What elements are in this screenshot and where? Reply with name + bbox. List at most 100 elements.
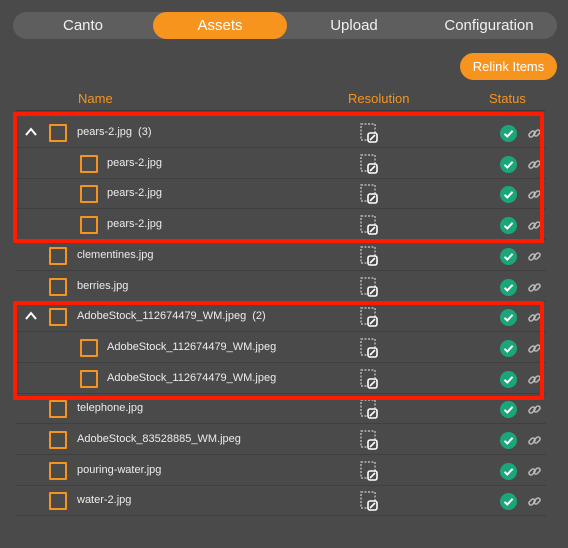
- link-icon[interactable]: [527, 218, 542, 233]
- missing-image-icon: [360, 184, 378, 204]
- group-row[interactable]: pears-2.jpg (3): [16, 118, 546, 148]
- asset-row[interactable]: AdobeStock_83528885_WM.jpeg: [16, 425, 546, 455]
- group-child-row[interactable]: AdobeStock_112674479_WM.jpeg: [16, 364, 546, 394]
- tab-configuration[interactable]: Configuration: [421, 12, 557, 39]
- missing-image-icon: [360, 307, 378, 327]
- missing-image-icon: [360, 461, 378, 481]
- row-divider: [16, 362, 546, 363]
- link-icon[interactable]: [527, 402, 542, 417]
- file-name-text: AdobeStock_112674479_WM.jpeg: [107, 341, 277, 353]
- row-checkbox[interactable]: [80, 185, 98, 203]
- asset-row[interactable]: clementines.jpg: [16, 241, 546, 271]
- row-checkbox[interactable]: [80, 339, 98, 357]
- group-child-row[interactable]: AdobeStock_112674479_WM.jpeg: [16, 333, 546, 363]
- row-divider: [16, 208, 546, 209]
- row-checkbox[interactable]: [49, 247, 67, 265]
- file-name-text: pouring-water.jpg: [77, 464, 162, 476]
- row-checkbox[interactable]: [49, 492, 67, 510]
- row-checkbox[interactable]: [49, 431, 67, 449]
- file-name: telephone.jpg: [77, 402, 143, 414]
- tab-upload[interactable]: Upload: [287, 12, 421, 39]
- file-name: pears-2.jpg: [107, 187, 162, 199]
- missing-image-icon: [360, 154, 378, 174]
- missing-image-icon: [360, 369, 378, 389]
- tab-canto[interactable]: Canto: [13, 12, 153, 39]
- check-circle-icon: [500, 340, 517, 357]
- column-header-resolution: Resolution: [348, 91, 410, 106]
- file-name-text: pears-2.jpg: [77, 126, 133, 138]
- file-name: pears-2.jpg (3): [77, 126, 152, 138]
- check-circle-icon: [500, 463, 517, 480]
- row-divider: [16, 515, 546, 516]
- file-name-text: AdobeStock_83528885_WM.jpeg: [77, 433, 241, 445]
- link-icon[interactable]: [527, 280, 542, 295]
- asset-row[interactable]: pouring-water.jpg: [16, 456, 546, 486]
- check-circle-icon: [500, 401, 517, 418]
- file-name: pears-2.jpg: [107, 218, 162, 230]
- missing-image-icon: [360, 430, 378, 450]
- row-checkbox[interactable]: [49, 400, 67, 418]
- link-icon[interactable]: [527, 249, 542, 264]
- chevron-up-icon[interactable]: [24, 309, 38, 323]
- group-row[interactable]: AdobeStock_112674479_WM.jpeg (2): [16, 302, 546, 332]
- file-name: berries.jpg: [77, 280, 128, 292]
- check-circle-icon: [500, 125, 517, 142]
- relink-items-button[interactable]: Relink Items: [460, 53, 557, 80]
- column-header-status: Status: [489, 91, 526, 106]
- check-circle-icon: [500, 156, 517, 173]
- row-divider: [16, 270, 546, 271]
- file-name: AdobeStock_112674479_WM.jpeg: [107, 372, 276, 384]
- file-name: AdobeStock_83528885_WM.jpeg: [77, 433, 241, 445]
- group-child-row[interactable]: pears-2.jpg: [16, 210, 546, 240]
- link-icon[interactable]: [527, 187, 542, 202]
- chevron-up-icon[interactable]: [24, 125, 38, 139]
- link-icon[interactable]: [527, 433, 542, 448]
- row-checkbox[interactable]: [49, 124, 67, 142]
- file-name-text: water-2.jpg: [77, 494, 132, 506]
- file-name-text: berries.jpg: [77, 280, 129, 292]
- asset-row[interactable]: telephone.jpg: [16, 394, 546, 424]
- asset-row[interactable]: water-2.jpg: [16, 486, 546, 516]
- row-checkbox[interactable]: [80, 370, 98, 388]
- missing-image-icon: [360, 399, 378, 419]
- missing-image-icon: [360, 215, 378, 235]
- file-name: AdobeStock_112674479_WM.jpeg: [107, 341, 276, 353]
- link-icon[interactable]: [527, 341, 542, 356]
- file-name: pears-2.jpg: [107, 157, 162, 169]
- file-name-text: pears-2.jpg: [107, 218, 163, 230]
- check-circle-icon: [500, 493, 517, 510]
- row-divider: [16, 239, 546, 240]
- group-child-row[interactable]: pears-2.jpg: [16, 179, 546, 209]
- row-checkbox[interactable]: [49, 462, 67, 480]
- file-name-text: telephone.jpg: [77, 402, 144, 414]
- check-circle-icon: [500, 248, 517, 265]
- group-child-row[interactable]: pears-2.jpg: [16, 149, 546, 179]
- row-checkbox[interactable]: [80, 155, 98, 173]
- tab-assets[interactable]: Assets: [153, 12, 287, 39]
- group-count: (2): [252, 310, 266, 322]
- file-name: water-2.jpg: [77, 494, 131, 506]
- link-icon[interactable]: [527, 126, 542, 141]
- link-icon[interactable]: [527, 464, 542, 479]
- tab-bar: Canto Assets Upload Configuration: [13, 12, 557, 39]
- link-icon[interactable]: [527, 372, 542, 387]
- row-divider: [16, 454, 546, 455]
- row-checkbox[interactable]: [49, 308, 67, 326]
- file-name-text: AdobeStock_112674479_WM.jpeg: [77, 310, 247, 322]
- check-circle-icon: [500, 217, 517, 234]
- row-divider: [16, 331, 546, 332]
- file-name-text: AdobeStock_112674479_WM.jpeg: [107, 372, 277, 384]
- row-checkbox[interactable]: [80, 216, 98, 234]
- row-checkbox[interactable]: [49, 278, 67, 296]
- missing-image-icon: [360, 491, 378, 511]
- link-icon[interactable]: [527, 494, 542, 509]
- file-name: AdobeStock_112674479_WM.jpeg (2): [77, 310, 266, 322]
- link-icon[interactable]: [527, 310, 542, 325]
- check-circle-icon: [500, 309, 517, 326]
- link-icon[interactable]: [527, 157, 542, 172]
- asset-row[interactable]: berries.jpg: [16, 272, 546, 302]
- missing-image-icon: [360, 246, 378, 266]
- group-count: (3): [138, 126, 152, 138]
- check-circle-icon: [500, 432, 517, 449]
- row-divider: [16, 423, 546, 424]
